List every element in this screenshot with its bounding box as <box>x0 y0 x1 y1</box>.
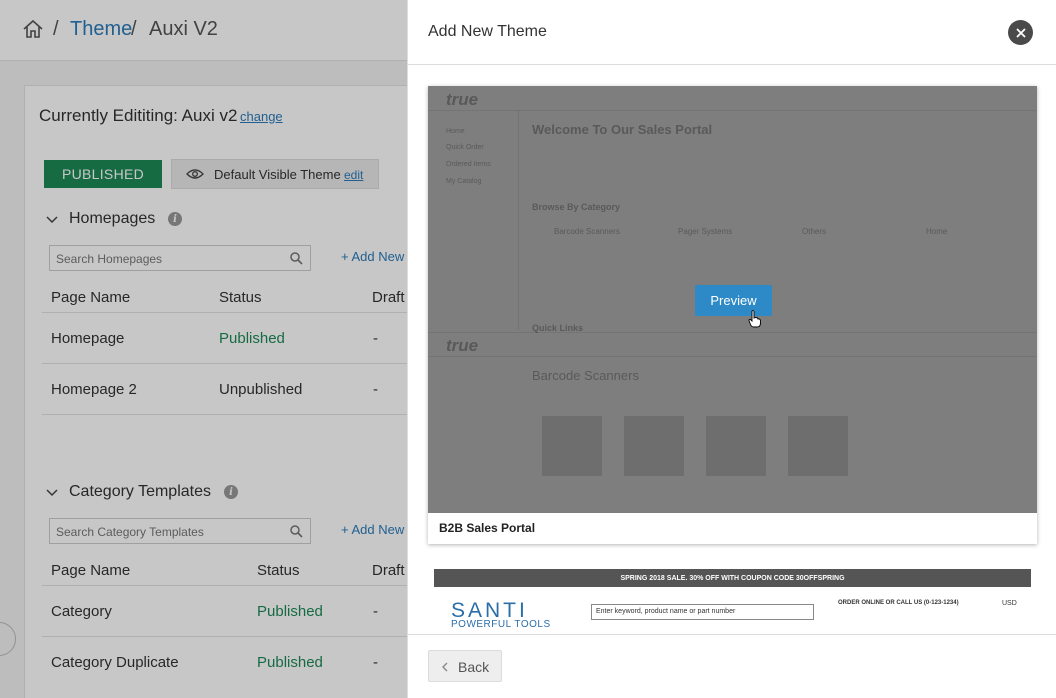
thumb-line <box>518 110 519 330</box>
close-icon <box>1015 27 1026 38</box>
thumb-product-image <box>624 416 684 476</box>
thumb-product-image <box>706 416 766 476</box>
theme-thumbnail[interactable]: true Home Quick Order Ordered Items My C… <box>428 86 1037 513</box>
thumb-category: Barcode Scanners <box>554 227 620 236</box>
divider <box>408 64 1056 65</box>
back-button[interactable]: Back <box>428 650 502 682</box>
thumb-currency: USD <box>1002 600 1017 607</box>
theme-name: B2B Sales Portal <box>439 521 536 535</box>
close-button[interactable] <box>1008 20 1033 45</box>
divider <box>408 634 1056 635</box>
thumb-nav-item: My Catalog <box>446 178 482 185</box>
thumb-heading: Welcome To Our Sales Portal <box>532 122 713 137</box>
thumb-logo: true <box>446 90 479 109</box>
thumb-heading: Barcode Scanners <box>532 368 639 383</box>
thumb-category: Pager Systems <box>678 227 733 236</box>
drawer-title: Add New Theme <box>428 23 547 40</box>
thumb-line <box>428 356 1037 357</box>
thumb-product-image <box>542 416 602 476</box>
thumb-category: Home <box>926 227 948 236</box>
thumb-nav-item: Home <box>446 128 465 135</box>
thumb-nav-item: Quick Order <box>446 144 484 151</box>
thumb-order-text: ORDER ONLINE OR CALL US (0-123-1234) <box>838 600 959 606</box>
back-label: Back <box>458 659 490 675</box>
thumb-product-image <box>788 416 848 476</box>
modal-backdrop[interactable] <box>0 0 407 698</box>
thumb-subheading: Browse By Category <box>532 202 621 212</box>
santi-tagline: POWERFUL TOOLS <box>451 619 551 630</box>
thumb-logo: true <box>446 336 479 355</box>
chevron-left-icon <box>442 662 448 672</box>
add-new-theme-drawer: Add New Theme true Home Quick Order Orde… <box>407 0 1056 698</box>
thumb-line <box>428 332 1037 333</box>
theme-card[interactable]: true Home Quick Order Ordered Items My C… <box>428 86 1037 544</box>
hand-cursor-icon <box>748 310 761 328</box>
thumb-category: Others <box>802 227 827 236</box>
thumb-nav-item: Ordered Items <box>446 161 491 168</box>
thumb-search-input: Enter keyword, product name or part numb… <box>591 604 814 620</box>
thumb-promo-banner: SPRING 2018 SALE. 30% OFF WITH COUPON CO… <box>434 569 1031 587</box>
theme-card[interactable]: SPRING 2018 SALE. 30% OFF WITH COUPON CO… <box>434 569 1031 635</box>
thumb-line <box>428 110 1037 111</box>
